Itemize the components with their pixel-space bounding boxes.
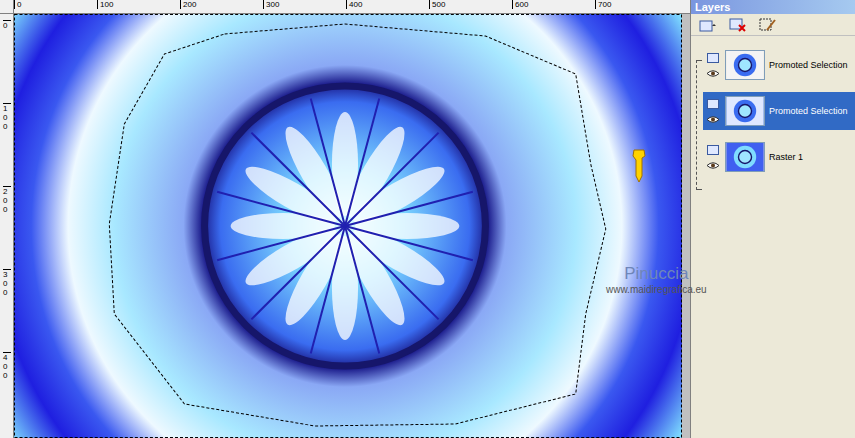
watermark-title: Pinuccia bbox=[624, 264, 688, 284]
layer-row[interactable]: Raster 1 bbox=[703, 138, 855, 176]
panel-title-bar: Layers bbox=[691, 0, 855, 14]
ruler-label: 500 bbox=[429, 0, 445, 9]
layer-type-icon bbox=[707, 145, 719, 155]
layer-name: Promoted Selection bbox=[769, 60, 848, 71]
layer-row[interactable]: Promoted Selection bbox=[703, 92, 855, 130]
layer-controls bbox=[705, 145, 721, 170]
layer-thumbnail-icon bbox=[725, 142, 765, 172]
panel-toolbar bbox=[691, 14, 855, 36]
ruler-label: 600 bbox=[512, 0, 528, 9]
visibility-eye-icon[interactable] bbox=[706, 115, 720, 124]
layer-name: Raster 1 bbox=[769, 152, 803, 163]
ruler-label: 200 bbox=[3, 186, 11, 214]
app-window: 0 100 200 300 400 500 600 700 0 100 200 300 400 Layer… bbox=[0, 0, 855, 438]
new-layer-icon[interactable] bbox=[699, 18, 717, 32]
ruler-label: 300 bbox=[263, 0, 279, 9]
workspace: 0 100 200 300 400 500 600 700 0 100 200 300 400 bbox=[0, 0, 690, 438]
ruler-label: 0 bbox=[14, 0, 21, 9]
layer-list: Promoted Selection Promoted Selection Rast… bbox=[691, 36, 855, 438]
ruler-label: 0 bbox=[3, 20, 11, 30]
canvas-margin bbox=[682, 14, 690, 438]
ruler-label: 100 bbox=[97, 0, 113, 9]
ruler-label: 300 bbox=[3, 269, 11, 297]
layer-type-icon bbox=[707, 99, 719, 109]
canvas-row: 0 100 200 300 400 bbox=[0, 14, 690, 438]
layer-controls bbox=[705, 99, 721, 124]
watermark-url: www.maidiregrafica.eu bbox=[606, 284, 707, 296]
group-bracket bbox=[696, 60, 702, 190]
visibility-eye-icon[interactable] bbox=[706, 161, 720, 170]
visibility-eye-icon[interactable] bbox=[706, 69, 720, 78]
ruler-label: 400 bbox=[3, 352, 11, 380]
layer-controls bbox=[705, 53, 721, 78]
delete-layer-icon[interactable] bbox=[729, 18, 747, 32]
left-ruler: 0 100 200 300 400 bbox=[0, 14, 14, 438]
watermark: Pinucciawww.maidiregrafica.eu bbox=[606, 264, 707, 296]
canvas[interactable] bbox=[14, 14, 682, 438]
top-ruler-row: 0 100 200 300 400 500 600 700 bbox=[0, 0, 690, 14]
ruler-label: 200 bbox=[180, 0, 196, 9]
top-ruler: 0 100 200 300 400 500 600 700 bbox=[14, 0, 690, 14]
layer-name: Promoted Selection bbox=[769, 106, 848, 117]
canvas-image[interactable] bbox=[14, 14, 682, 438]
layer-thumbnail-icon bbox=[725, 50, 765, 80]
ruler-label: 400 bbox=[346, 0, 362, 9]
pointer-hand-icon bbox=[630, 148, 648, 184]
layer-thumbnail-icon bbox=[725, 96, 765, 126]
layers-panel: LayersPromoted SelectionPromoted Selecti… bbox=[690, 0, 855, 438]
ruler-label: 100 bbox=[3, 103, 11, 131]
layer-type-icon bbox=[707, 53, 719, 63]
ruler-label: 700 bbox=[595, 0, 611, 9]
edit-selection-icon[interactable] bbox=[759, 18, 777, 32]
layer-row[interactable]: Promoted Selection bbox=[703, 46, 855, 84]
ruler-corner bbox=[0, 0, 14, 14]
